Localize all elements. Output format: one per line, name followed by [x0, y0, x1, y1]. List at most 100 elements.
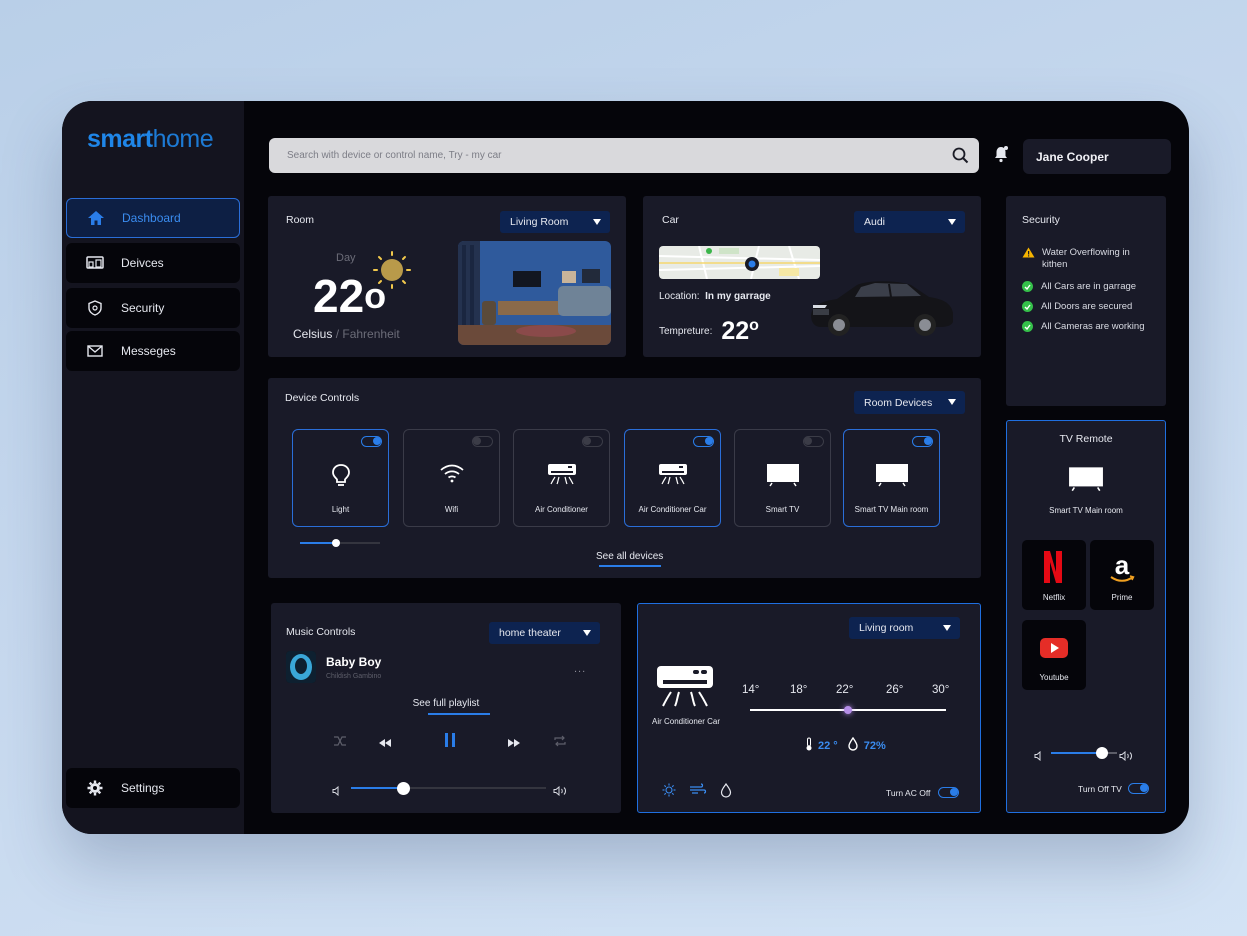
see-all-devices-link[interactable]: See all devices [596, 551, 663, 562]
car-location-map[interactable] [659, 246, 820, 279]
device-tile-wifi[interactable]: Wifi [403, 429, 500, 527]
gear-icon [85, 778, 105, 798]
slider-thumb[interactable] [397, 782, 411, 795]
volume-low-icon[interactable] [1034, 748, 1044, 766]
search-input[interactable]: Search with device or control name, Try … [269, 138, 979, 173]
device-tile-air-conditioner-car[interactable]: Air Conditioner Car [624, 429, 721, 527]
dry-mode-icon[interactable] [720, 782, 732, 803]
device-name: Light [331, 505, 350, 514]
chevron-down-icon [593, 219, 601, 225]
car-card: Car Audi Location: In my garrage Tempret… [643, 196, 981, 357]
security-status: All Doors are secured [1022, 301, 1132, 313]
unit-switch[interactable]: Celsius / Fahrenheit [293, 327, 400, 341]
room-select[interactable]: Living Room [500, 211, 610, 233]
check-icon [1022, 321, 1033, 332]
fan-mode-icon[interactable] [689, 783, 707, 802]
scale-label: 18° [790, 684, 808, 696]
celsius-option[interactable]: Celsius [293, 327, 332, 341]
humidity-icon [848, 736, 858, 754]
device-tile-smart-tv-main-room[interactable]: Smart TV Main room [843, 429, 940, 527]
link-underline [599, 565, 661, 567]
ac-toggle[interactable] [582, 436, 603, 447]
car-title: Car [662, 214, 679, 226]
volume-low-icon[interactable] [332, 783, 342, 801]
youtube-icon [1040, 638, 1068, 663]
day-label: Day [336, 252, 356, 264]
device-name: Wifi [444, 505, 459, 514]
smart-tv-toggle[interactable] [803, 436, 824, 447]
scale-label: 22° [836, 684, 854, 696]
pause-icon[interactable] [443, 732, 457, 753]
tv-power-toggle[interactable] [1128, 783, 1149, 794]
light-toggle[interactable] [361, 436, 382, 447]
ac-control-card: Living room Air Conditioner Car 14° 18° … [637, 603, 981, 813]
ac-room-select[interactable]: Living room [849, 617, 960, 639]
sun-mode-icon[interactable] [662, 783, 676, 802]
repeat-icon[interactable] [553, 734, 567, 752]
security-title: Security [1022, 214, 1060, 226]
device-tile-light[interactable]: Light [292, 429, 389, 527]
device-tile-smart-tv[interactable]: Smart TV [734, 429, 831, 527]
sidebar-item-dashboard[interactable]: Dashboard [66, 198, 240, 238]
device-controls-card: Device Controls Room Devices Light Wifi [268, 378, 981, 578]
car-select[interactable]: Audi [854, 211, 965, 233]
app-netflix[interactable]: Netflix [1022, 540, 1086, 610]
speaker-select[interactable]: home theater [489, 622, 600, 644]
more-options-icon[interactable]: ... [574, 663, 586, 675]
shuffle-icon[interactable] [333, 734, 347, 752]
room-card: Room Living Room Day 22o Celsius / Fahre… [268, 196, 626, 357]
ac-power-toggle[interactable] [938, 787, 959, 798]
slider-thumb[interactable] [844, 706, 852, 714]
sidebar-item-security[interactable]: Security [66, 288, 240, 328]
wifi-toggle[interactable] [472, 436, 493, 447]
see-full-playlist-link[interactable]: See full playlist [271, 698, 621, 709]
chevron-down-icon [948, 219, 956, 225]
sidebar: smarthome Dashboard Deivces Security Mes… [62, 101, 244, 834]
fahrenheit-option[interactable]: Fahrenheit [342, 327, 399, 341]
check-icon [1022, 281, 1033, 292]
ac-readings: 22 ° 72% [805, 736, 886, 754]
temperature-scale: 14° 18° 22° 26° 30° [742, 684, 949, 696]
user-name: Jane Cooper [1036, 149, 1109, 164]
scale-label: 14° [742, 684, 760, 696]
app-youtube[interactable]: Youtube [1022, 620, 1086, 690]
device-name: Air Conditioner [535, 505, 588, 514]
volume-high-icon[interactable] [1119, 748, 1135, 766]
shield-icon [85, 298, 105, 318]
sidebar-item-messages[interactable]: Messeges [66, 331, 240, 371]
car-image [807, 275, 955, 344]
room-devices-select[interactable]: Room Devices [854, 391, 965, 414]
ac-car-toggle[interactable] [693, 436, 714, 447]
home-icon [86, 208, 106, 228]
tv-volume-slider[interactable] [1051, 747, 1117, 759]
app-window: smarthome Dashboard Deivces Security Mes… [62, 101, 1189, 834]
device-tile-air-conditioner[interactable]: Air Conditioner [513, 429, 610, 527]
slider-thumb[interactable] [1096, 747, 1109, 759]
previous-icon[interactable] [378, 735, 392, 753]
device-name: Smart TV [765, 505, 800, 514]
tv-icon [735, 463, 830, 487]
logo: smarthome [87, 125, 214, 153]
netflix-icon [1042, 550, 1064, 589]
app-name: Youtube [1039, 673, 1069, 682]
user-profile[interactable]: Jane Cooper [1023, 139, 1171, 174]
music-volume-slider[interactable] [351, 782, 546, 795]
search-icon[interactable] [952, 147, 969, 167]
sidebar-item-settings[interactable]: Settings [66, 768, 240, 808]
bell-icon[interactable] [993, 145, 1009, 168]
app-prime[interactable]: a Prime [1090, 540, 1154, 610]
sidebar-item-label: Dashboard [122, 211, 181, 225]
light-level-slider[interactable] [300, 538, 380, 548]
tv-remote-card: TV Remote Smart TV Main room Netflix a P… [1006, 420, 1166, 813]
wifi-icon [404, 463, 499, 483]
ac-temperature-slider[interactable] [750, 704, 946, 716]
volume-high-icon[interactable] [553, 783, 569, 801]
next-icon[interactable] [507, 735, 521, 753]
car-temperature: Tempreture: 22 o [659, 317, 759, 345]
sidebar-item-devices[interactable]: Deivces [66, 243, 240, 283]
song-title: Baby Boy [326, 655, 382, 669]
smart-tv-main-toggle[interactable] [912, 436, 933, 447]
car-location: Location: In my garrage [659, 291, 771, 302]
mail-icon [85, 341, 105, 361]
slider-thumb[interactable] [332, 539, 340, 547]
